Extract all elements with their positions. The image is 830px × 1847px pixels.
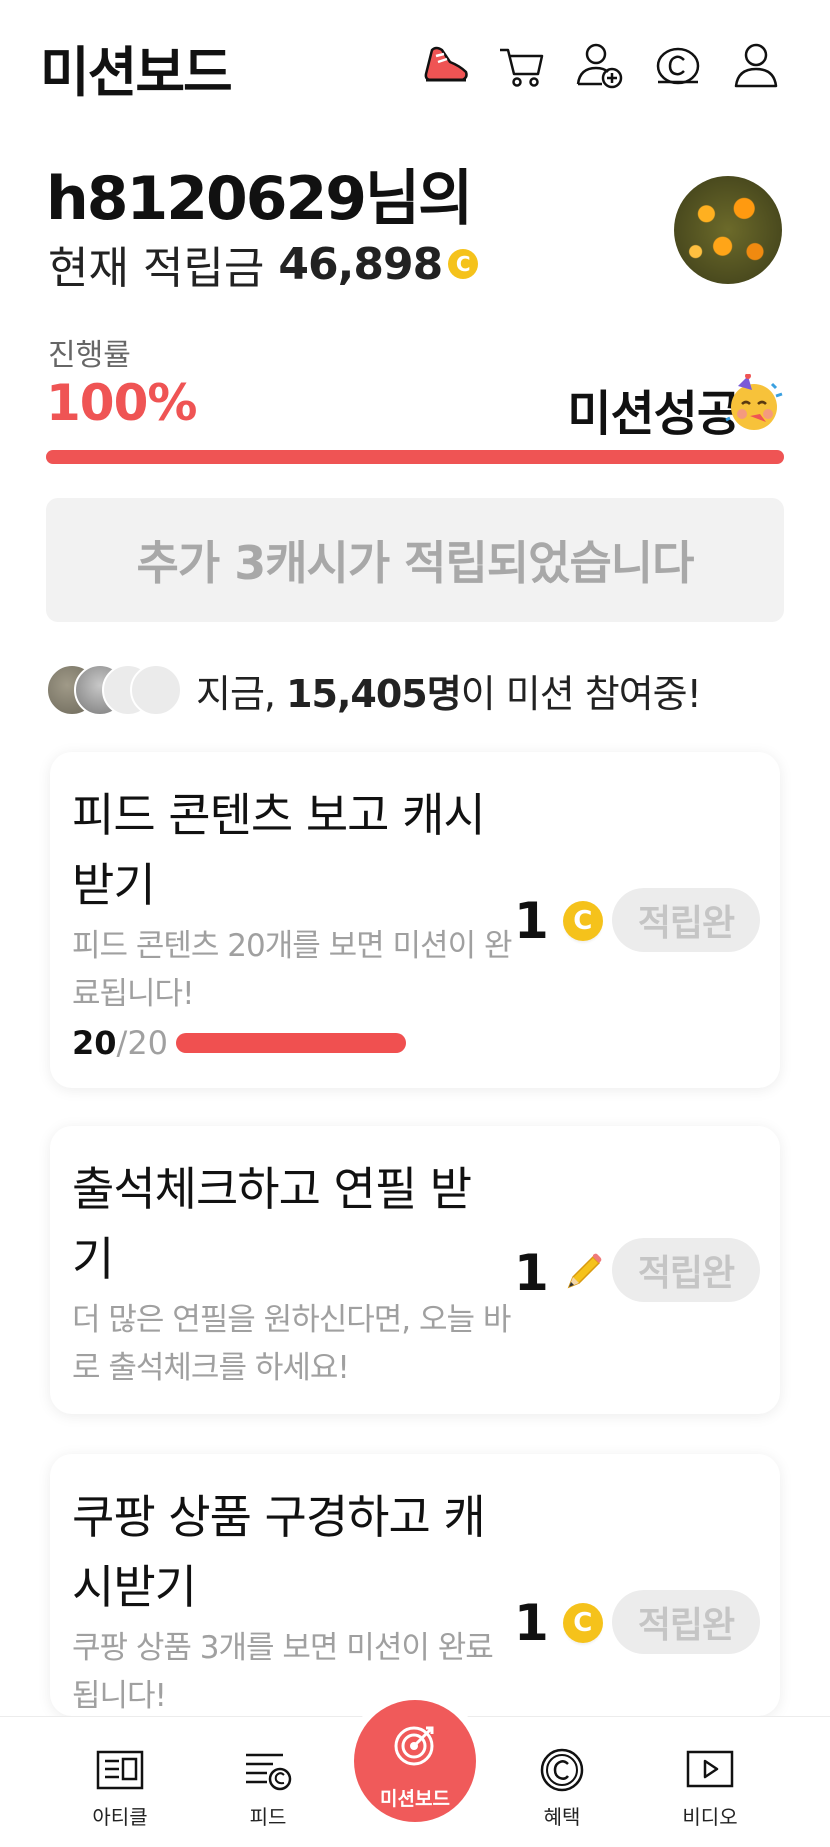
nav-item-article[interactable]: 아티클 <box>60 1747 180 1830</box>
feed-icon <box>246 1753 292 1791</box>
mission-reward: 1 <box>514 1244 605 1302</box>
claimed-button[interactable]: 적립완 <box>612 888 760 952</box>
nav-label: 혜택 <box>543 1805 581 1829</box>
user-name: h8120629님의 <box>46 164 473 234</box>
reward-amount: 1 <box>514 892 549 950</box>
progress-bar <box>46 450 784 464</box>
video-icon <box>686 1750 734 1788</box>
party-face-icon <box>724 373 784 434</box>
mission-progress-total: /20 <box>116 1024 169 1062</box>
mission-description: 피드 콘텐츠 20개를 보면 미션이 완료됩니다! <box>72 928 512 1012</box>
nav-item-video[interactable]: 비디오 <box>650 1747 770 1830</box>
shoe-icon[interactable] <box>420 40 472 92</box>
mission-reward: 1 C <box>514 892 603 950</box>
reward-amount: 1 <box>514 1594 549 1652</box>
reward-banner: 추가 3캐시가 적립되었습니다 <box>46 498 784 622</box>
mission-reward: 1 C <box>514 1594 603 1652</box>
reward-amount: 1 <box>514 1244 549 1302</box>
mission-card[interactable]: 피드 콘텐츠 보고 캐시 받기 피드 콘텐츠 20개를 보면 미션이 완료됩니다… <box>50 752 780 1088</box>
nav-label: 비디오 <box>682 1805 738 1829</box>
mission-progress-fill <box>176 1033 407 1053</box>
coin-icon: C <box>562 901 603 941</box>
benefit-icon <box>540 1748 584 1792</box>
mission-status: 미션성공 <box>567 386 741 442</box>
coin-icon: C <box>448 249 479 279</box>
progress-bar-fill <box>46 450 784 464</box>
mission-title: 피드 콘텐츠 보고 캐시 받기 <box>72 788 486 912</box>
mission-card[interactable]: 출석체크하고 연필 받기 더 많은 연필을 원하신다면, 오늘 바로 출석체크를… <box>50 1126 780 1414</box>
participant-avatars <box>46 662 196 718</box>
participant-avatar <box>130 664 182 716</box>
nav-label: 미션보드 <box>380 1788 450 1810</box>
mission-description: 쿠팡 상품 3개를 보면 미션이 완료됩니다! <box>72 1630 494 1714</box>
nav-label: 아티클 <box>92 1805 148 1829</box>
add-user-icon[interactable] <box>574 40 626 92</box>
cash-icon[interactable] <box>652 40 704 92</box>
progress-label: 진행률 <box>48 338 131 373</box>
progress-value: 100% <box>46 374 197 432</box>
profile-icon[interactable] <box>730 40 782 92</box>
participants-count: 15,405명 <box>286 671 462 716</box>
target-icon <box>394 1726 434 1766</box>
balance-amount: 46,898 <box>278 238 443 290</box>
page-title: 미션보드 <box>40 41 233 104</box>
participants-suffix: 이 미션 참여중! <box>460 671 702 716</box>
participants-text: 지금, 15,405명이 미션 참여중! <box>196 663 702 718</box>
balance-row: 현재 적립금 46,898 C <box>48 232 479 296</box>
mission-card[interactable]: 쿠팡 상품 구경하고 캐시받기 쿠팡 상품 3개를 보면 미션이 완료됩니다! … <box>50 1454 780 1716</box>
pencil-icon <box>561 1251 605 1295</box>
nav-item-benefit[interactable]: 혜택 <box>502 1747 622 1830</box>
nav-item-feed[interactable]: 피드 <box>208 1747 328 1830</box>
reward-banner-text: 추가 3캐시가 적립되었습니다 <box>136 536 695 590</box>
mission-progress: 20 /20 <box>72 1024 407 1062</box>
claimed-button[interactable]: 적립완 <box>612 1238 760 1302</box>
article-icon <box>96 1750 144 1790</box>
mission-description: 더 많은 연필을 원하신다면, 오늘 바로 출석체크를 하세요! <box>72 1302 511 1386</box>
coin-icon: C <box>562 1603 603 1643</box>
mission-title: 출석체크하고 연필 받기 <box>72 1162 472 1286</box>
nav-item-missionboard[interactable]: 미션보드 <box>354 1700 476 1822</box>
claimed-button[interactable]: 적립완 <box>612 1590 760 1654</box>
mission-progress-current: 20 <box>72 1024 117 1062</box>
app-header: 미션보드 <box>0 0 830 130</box>
participants-row: 지금, 15,405명이 미션 참여중! <box>46 660 786 720</box>
mission-title: 쿠팡 상품 구경하고 캐시받기 <box>72 1490 486 1614</box>
nav-label: 피드 <box>249 1805 287 1829</box>
mission-progress-bar <box>176 1033 407 1053</box>
cart-icon[interactable] <box>496 40 548 92</box>
participants-prefix: 지금, <box>196 671 276 716</box>
balance-label: 현재 적립금 <box>48 243 265 294</box>
avatar[interactable] <box>674 176 782 284</box>
